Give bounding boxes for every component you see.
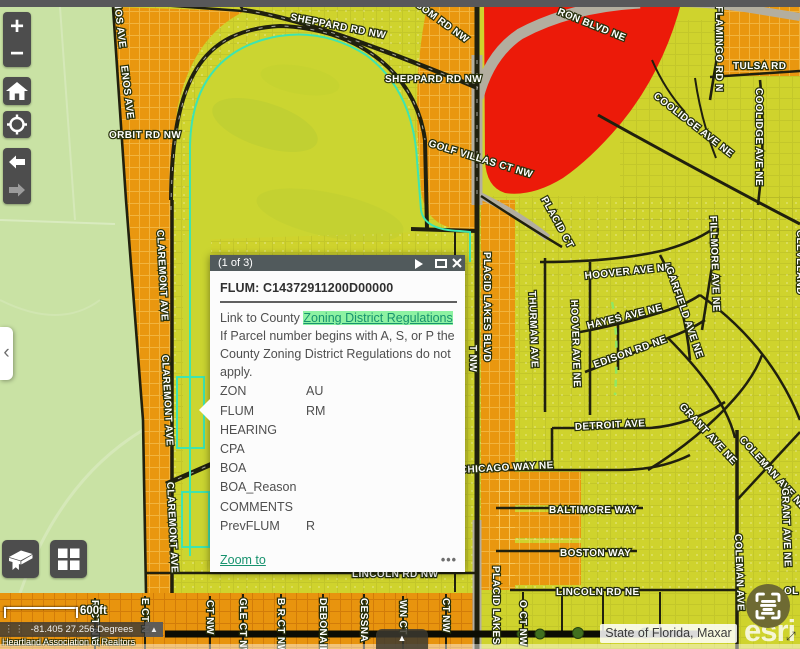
svg-text:DEBONAIR: DEBONAIR [317,598,328,649]
svg-text:CLEVELAND: CLEVELAND [794,230,800,295]
svg-text:TULSA RD: TULSA RD [733,61,786,72]
svg-text:PLACID LAKES: PLACID LAKES [490,566,501,645]
svg-text:BALTIMORE WAY: BALTIMORE WAY [549,505,638,516]
svg-text:CESSNA: CESSNA [358,598,369,642]
svg-text:CT NW: CT NW [440,598,451,633]
svg-text:O CT NW: O CT NW [517,600,528,646]
svg-text:LINCOLN RD NE: LINCOLN RD NE [556,587,640,598]
svg-text:T NW: T NW [467,345,478,372]
svg-text:COOLIDGE AVE NE: COOLIDGE AVE NE [753,88,764,186]
svg-text:GLE CT NW: GLE CT NW [237,598,248,649]
svg-text:SHEPPARD RD NW: SHEPPARD RD NW [385,74,482,85]
svg-text:FLAMINGO RD N: FLAMINGO RD N [713,6,724,92]
svg-text:PLACID LAKES BLVD: PLACID LAKES BLVD [481,252,492,362]
svg-text:BOSTON WAY: BOSTON WAY [560,548,631,559]
svg-text:CT NW: CT NW [204,600,215,635]
svg-text:B R CT NW: B R CT NW [275,598,286,649]
svg-text:ORBIT RD NW: ORBIT RD NW [109,130,181,141]
